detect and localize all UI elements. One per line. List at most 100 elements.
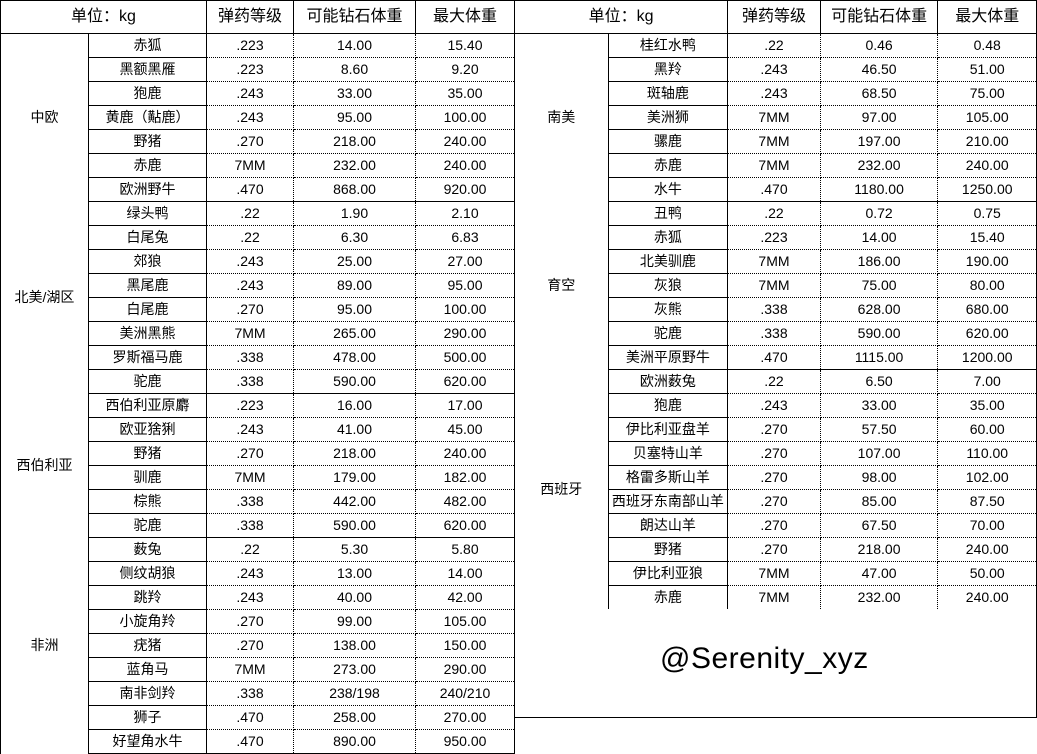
max-weight-value: 240/210: [415, 681, 515, 706]
ammo-grade-value: 7MM: [727, 105, 821, 130]
species-name: 美洲狮: [608, 105, 729, 130]
diamond-weight-value: 138.00: [293, 633, 416, 658]
species-name: 驼鹿: [88, 513, 207, 538]
diamond-weight-value: 40.00: [293, 585, 416, 610]
max-weight-value: 290.00: [415, 657, 515, 682]
right-table-panel: 单位：kg 弹药等级 可能钻石体重 最大体重 南美 桂红水鸭 .22 0.46 0.48 黑羚 .2…: [513, 0, 1037, 610]
species-name: 朗达山羊: [608, 513, 729, 538]
max-weight-value: 95.00: [415, 273, 515, 298]
max-weight-value: 210.00: [937, 129, 1037, 154]
species-name: 野猪: [608, 537, 729, 562]
diamond-weight-value: 179.00: [293, 465, 416, 490]
diamond-weight-value: 33.00: [820, 393, 939, 418]
ammo-grade-value: .270: [727, 465, 821, 490]
species-name: 黑额黑雁: [88, 57, 207, 82]
max-weight-value: 105.00: [937, 105, 1037, 130]
ammo-grade-value: 7MM: [727, 129, 821, 154]
species-name: 西班牙东南部山羊: [608, 489, 729, 514]
region-label-left-0: 中欧: [0, 33, 89, 202]
max-weight-value: 240.00: [415, 441, 515, 466]
max-weight-value: 500.00: [415, 345, 515, 370]
diamond-weight-value: 186.00: [820, 249, 939, 274]
ammo-grade-value: .223: [206, 393, 294, 418]
table-row[interactable]: 育空 丑鸭 .22 0.72 0.75: [514, 201, 1037, 370]
diamond-weight-value: 25.00: [293, 249, 416, 274]
max-weight-value: 105.00: [415, 609, 515, 634]
ammo-grade-value: 7MM: [727, 273, 821, 298]
ammo-grade-value: .338: [727, 297, 821, 322]
species-name: 小旋角羚: [88, 609, 207, 634]
max-weight-value: 15.40: [415, 33, 515, 58]
left-table-panel: 单位：kg 弹药等级 可能钻石体重 最大体重 中欧 赤狐 .223 14.00 15.40 黑额黑…: [0, 0, 515, 754]
region-label-right-2: 西班牙: [514, 369, 609, 610]
diamond-weight-value: 47.00: [820, 561, 939, 586]
diamond-weight-value: 0.72: [820, 201, 939, 226]
diamond-weight-value: 57.50: [820, 417, 939, 442]
species-name: 伊比利亚盘羊: [608, 417, 729, 442]
diamond-weight-value: 1.90: [293, 201, 416, 226]
max-weight-value: 2.10: [415, 201, 515, 226]
species-name: 野猪: [88, 441, 207, 466]
diamond-weight-value: 478.00: [293, 345, 416, 370]
max-weight-value: 15.40: [937, 225, 1037, 250]
diamond-weight-value: 33.00: [293, 81, 416, 106]
table-row[interactable]: 西伯利亚 西伯利亚原麝 .223 16.00 17.00: [0, 393, 515, 538]
diamond-weight-value: 590.00: [293, 513, 416, 538]
diamond-weight-value: 218.00: [820, 537, 939, 562]
species-name: 黑尾鹿: [88, 273, 207, 298]
ammo-grade-value: .243: [727, 393, 821, 418]
table-row[interactable]: 非洲 薮兔 .22 5.30 5.80: [0, 537, 515, 754]
ammo-grade-value: 7MM: [727, 585, 821, 610]
diamond-weight-value: 107.00: [820, 441, 939, 466]
ammo-grade-value: .22: [727, 33, 821, 58]
ammo-grade-value: .243: [206, 417, 294, 442]
species-name: 伊比利亚狼: [608, 561, 729, 586]
diamond-weight-value: 85.00: [820, 489, 939, 514]
diamond-weight-value: 590.00: [293, 369, 416, 394]
ammo-grade-value: .270: [727, 489, 821, 514]
diamond-weight-value: 98.00: [820, 465, 939, 490]
diamond-weight-value: 6.30: [293, 225, 416, 250]
species-name: 桂红水鸭: [608, 33, 729, 58]
table-row[interactable]: 中欧 赤狐 .223 14.00 15.40: [0, 33, 515, 202]
max-weight-value: 182.00: [415, 465, 515, 490]
diamond-weight-value: 868.00: [293, 177, 416, 202]
max-weight-value: 51.00: [937, 57, 1037, 82]
ammo-grade-value: .338: [206, 369, 294, 394]
diamond-weight-value: 95.00: [293, 297, 416, 322]
species-name: 野猪: [88, 129, 207, 154]
diamond-weight-value: 13.00: [293, 561, 416, 586]
max-weight-value: 482.00: [415, 489, 515, 514]
species-name: 美洲黑熊: [88, 321, 207, 346]
table-row[interactable]: 北美/湖区 绿头鸭 .22 1.90 2.10: [0, 201, 515, 394]
diamond-weight-value: 89.00: [293, 273, 416, 298]
diamond-weight-value: 95.00: [293, 105, 416, 130]
max-weight-value: 70.00: [937, 513, 1037, 538]
max-weight-value: 5.80: [415, 537, 515, 562]
species-name: 驯鹿: [88, 465, 207, 490]
ammo-grade-value: .270: [206, 129, 294, 154]
diamond-weight-value: 67.50: [820, 513, 939, 538]
max-weight-value: 190.00: [937, 249, 1037, 274]
diamond-weight-value: 218.00: [293, 129, 416, 154]
ammo-grade-value: .470: [727, 177, 821, 202]
left-table-body: 单位：kg 弹药等级 可能钻石体重 最大体重 中欧 赤狐 .223 14.00 15.40 黑额黑…: [0, 0, 515, 754]
ammo-grade-value: .22: [206, 225, 294, 250]
table-row[interactable]: 南美 桂红水鸭 .22 0.46 0.48: [514, 33, 1037, 202]
species-name: 棕熊: [88, 489, 207, 514]
diamond-weight-value: 590.00: [820, 321, 939, 346]
right-table-body: 单位：kg 弹药等级 可能钻石体重 最大体重 南美 桂红水鸭 .22 0.46 0.48 黑羚 .2…: [513, 0, 1037, 610]
table-row[interactable]: 西班牙 欧洲薮兔 .22 6.50 7.00: [514, 369, 1037, 610]
max-weight-value: 0.75: [937, 201, 1037, 226]
ammo-grade-value: .270: [206, 297, 294, 322]
species-name: 欧亚猞猁: [88, 417, 207, 442]
species-name: 贝塞特山羊: [608, 441, 729, 466]
diamond-weight-value: 41.00: [293, 417, 416, 442]
species-name: 驼鹿: [608, 321, 729, 346]
spreadsheet-canvas: 单位：kg 弹药等级 可能钻石体重 最大体重 中欧 赤狐 .223 14.00 15.40 黑额黑…: [0, 0, 1037, 754]
ammo-grade-value: .243: [206, 273, 294, 298]
max-weight-value: 9.20: [415, 57, 515, 82]
max-weight-value: 60.00: [937, 417, 1037, 442]
max-weight-value: 7.00: [937, 369, 1037, 394]
ammo-grade-value: 7MM: [727, 561, 821, 586]
